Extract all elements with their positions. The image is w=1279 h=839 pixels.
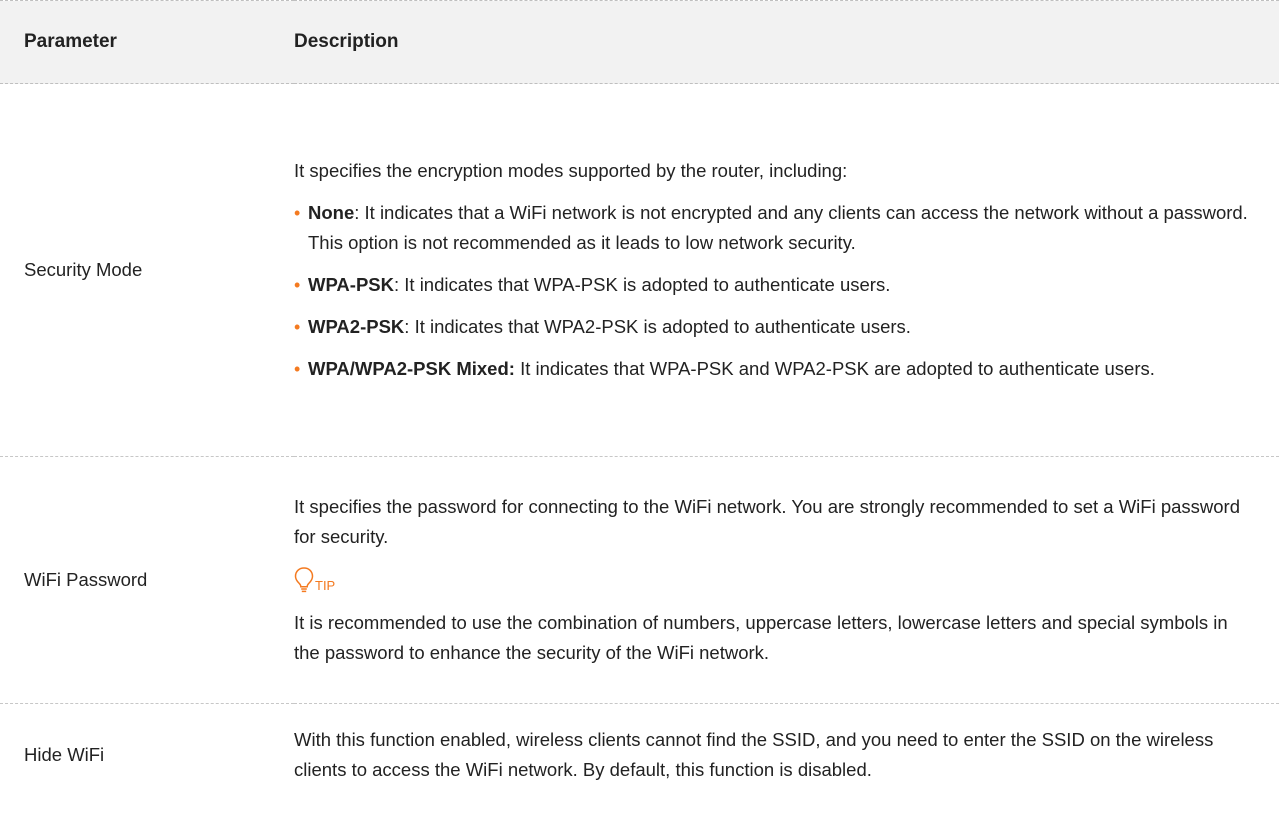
mode-term: WPA/WPA2-PSK Mixed:	[308, 358, 515, 379]
table-row: Hide WiFi With this function enabled, wi…	[0, 704, 1279, 807]
table-body: Security Mode It specifies the encryptio…	[0, 84, 1279, 807]
term-separator: :	[354, 202, 365, 223]
table-row: WiFi Password It specifies the password …	[0, 457, 1279, 704]
list-item: • WPA/WPA2-PSK Mixed: It indicates that …	[294, 354, 1249, 384]
term-separator: :	[394, 274, 405, 295]
description-text: It specifies the password for connecting…	[294, 496, 1240, 547]
parameter-table: Parameter Description Security Mode It s…	[0, 0, 1279, 806]
bullet-icon: •	[294, 359, 301, 379]
param-description-hide-wifi: With this function enabled, wireless cli…	[294, 704, 1279, 807]
param-name-security-mode: Security Mode	[24, 259, 143, 280]
header-parameter: Parameter	[24, 31, 117, 52]
description-text: With this function enabled, wireless cli…	[294, 729, 1214, 780]
list-item: • None: It indicates that a WiFi network…	[294, 198, 1249, 258]
mode-term: WPA-PSK	[308, 274, 394, 295]
mode-term: None	[308, 202, 355, 223]
mode-text: It indicates that a WiFi network is not …	[308, 202, 1248, 253]
list-item: • WPA2-PSK: It indicates that WPA2-PSK i…	[294, 312, 1249, 342]
mode-text: It indicates that WPA-PSK is adopted to …	[404, 274, 891, 295]
mode-term: WPA2-PSK	[308, 316, 405, 337]
tip-label: TIP	[315, 578, 336, 593]
mode-text: It indicates that WPA-PSK and WPA2-PSK a…	[520, 358, 1155, 379]
bullet-icon: •	[294, 275, 301, 295]
table-header-row: Parameter Description	[0, 0, 1279, 84]
table-header: Parameter Description	[0, 0, 1279, 84]
param-name-wifi-password: WiFi Password	[24, 569, 148, 590]
term-separator: :	[404, 316, 415, 337]
bullet-icon: •	[294, 203, 301, 223]
security-mode-list: • None: It indicates that a WiFi network…	[294, 198, 1249, 384]
description-intro: It specifies the encryption modes suppor…	[294, 160, 848, 181]
bullet-icon: •	[294, 317, 301, 337]
tip-heading: TIP	[294, 564, 1249, 594]
header-description: Description	[294, 31, 399, 52]
mode-text: It indicates that WPA2-PSK is adopted to…	[414, 316, 911, 337]
list-item: • WPA-PSK: It indicates that WPA-PSK is …	[294, 270, 1249, 300]
param-description-wifi-password: It specifies the password for connecting…	[294, 457, 1279, 704]
tip-text: It is recommended to use the combination…	[294, 612, 1228, 663]
table-row: Security Mode It specifies the encryptio…	[0, 84, 1279, 457]
param-description-security-mode: It specifies the encryption modes suppor…	[294, 84, 1279, 457]
param-name-hide-wifi: Hide WiFi	[24, 744, 105, 765]
lightbulb-icon	[294, 566, 314, 594]
